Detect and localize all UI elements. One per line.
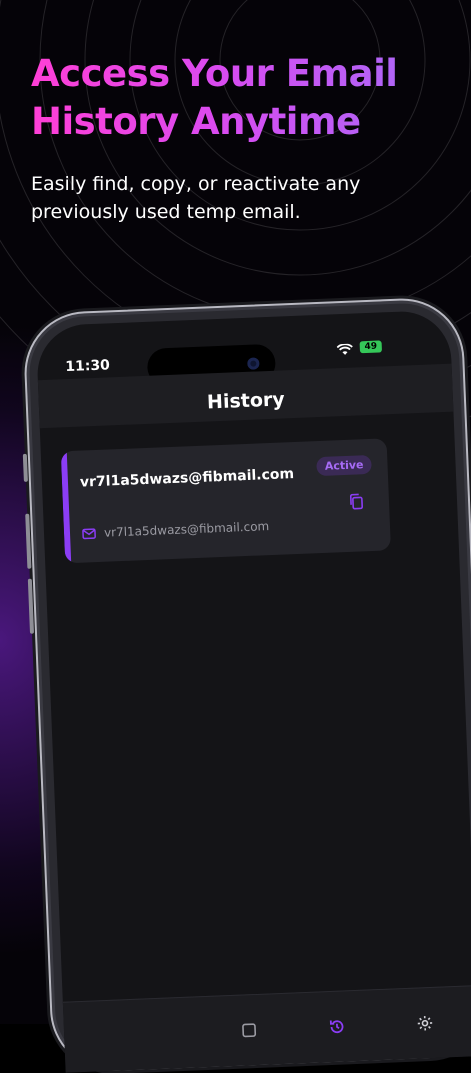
headline-line-2: History Anytime bbox=[31, 100, 361, 143]
history-address: vr7l1a5dwazs@fibmail.com bbox=[103, 519, 270, 540]
history-email: vr7l1a5dwazs@fibmail.com bbox=[79, 466, 295, 491]
battery-level: 49 bbox=[364, 341, 378, 353]
history-icon bbox=[329, 1020, 344, 1034]
card-accent-bar bbox=[60, 451, 72, 564]
subtitle-line-2: previously used temp email. bbox=[31, 201, 301, 223]
tab-settings[interactable] bbox=[409, 1008, 440, 1039]
copy-icon[interactable] bbox=[349, 493, 364, 510]
battery-icon: 49 bbox=[359, 340, 383, 354]
tab-bar bbox=[62, 985, 471, 1073]
status-time: 11:30 bbox=[65, 357, 111, 376]
headline-line-1: Access Your Email bbox=[31, 52, 398, 95]
phone-screen: 11:30 49 History vr7l1a5dwazs@fibmail.co… bbox=[35, 309, 471, 1073]
tab-mailbox[interactable] bbox=[234, 1015, 265, 1046]
gear-icon bbox=[417, 1016, 433, 1031]
status-badge: Active bbox=[316, 454, 372, 477]
headline: Access Your Email History Anytime bbox=[31, 50, 451, 146]
subtitle-line-1: Easily find, copy, or reactivate any bbox=[31, 173, 361, 195]
tab-history[interactable] bbox=[321, 1011, 352, 1042]
subtitle: Easily find, copy, or reactivate any pre… bbox=[31, 170, 451, 226]
camera-icon bbox=[247, 357, 260, 370]
history-card[interactable]: vr7l1a5dwazs@fibmail.com Active vr7l1a5d… bbox=[60, 438, 391, 564]
wifi-icon bbox=[336, 343, 353, 355]
mail-icon bbox=[82, 528, 96, 540]
phone-mockup: 11:30 49 History vr7l1a5dwazs@fibmail.co… bbox=[22, 296, 471, 1073]
